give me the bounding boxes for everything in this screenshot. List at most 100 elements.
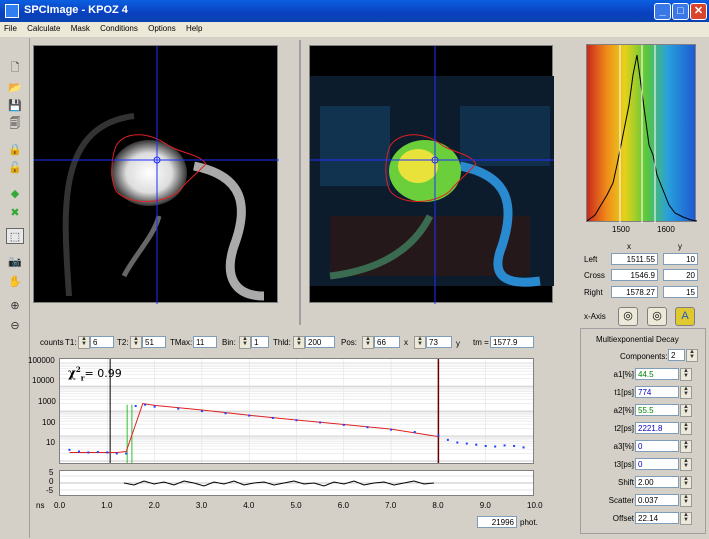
fit-param-label: Shift	[617, 478, 634, 487]
right-y-field[interactable]: 15	[663, 286, 698, 298]
decay-plot[interactable]: χ2r= 0.99	[59, 358, 534, 464]
zoom-out-icon[interactable]: ⊖	[6, 318, 24, 334]
components-spinner[interactable]: ▲ ▼	[686, 349, 698, 362]
open-folder-icon[interactable]: 📂	[6, 80, 24, 96]
close-button[interactable]: ✕	[690, 3, 707, 20]
data-point	[125, 452, 128, 455]
data-point	[144, 403, 147, 406]
intensity-image-canvas	[34, 46, 279, 304]
fit-param-spinner[interactable]: ▲ ▼	[680, 476, 692, 489]
fit-param-field[interactable]: 2221.8	[635, 422, 679, 434]
select-region-icon[interactable]: ⬚	[6, 228, 24, 244]
menu-mask[interactable]: Mask	[67, 22, 94, 33]
t1-spinner[interactable]: ▲ ▼	[78, 336, 90, 349]
menu-calculate[interactable]: Calculate	[23, 22, 64, 33]
fit-param-spinner[interactable]: ▲ ▼	[680, 368, 692, 381]
fit-param-field[interactable]: 774	[635, 386, 679, 398]
photons-label: phot.	[520, 518, 538, 527]
data-point	[413, 431, 416, 434]
zoom-options-2-button[interactable]: ◎	[647, 307, 667, 326]
thld-spinner[interactable]: ▲ ▼	[293, 336, 305, 349]
fit-param-label: Offset	[612, 514, 634, 523]
bin-spinner[interactable]: ▲ ▼	[239, 336, 251, 349]
left-y-field[interactable]: 10	[663, 253, 698, 265]
decay-plot-canvas	[60, 359, 533, 463]
fit-param-field[interactable]: 0	[635, 458, 679, 470]
fit-param-field[interactable]: 44.5	[635, 368, 679, 380]
lifetime-image[interactable]	[309, 45, 554, 304]
data-point	[465, 442, 468, 445]
t2-label: T2:	[117, 338, 129, 347]
fit-param-spinner[interactable]: ▲ ▼	[680, 404, 692, 417]
auto-scale-button[interactable]: A	[675, 307, 695, 326]
save-all-icon[interactable]: 🗐	[6, 116, 24, 132]
menu-conditions[interactable]: Conditions	[96, 22, 142, 33]
fit-param-spinner[interactable]: ▲ ▼	[680, 458, 692, 471]
pos-y-spinner[interactable]: ▲ ▼	[414, 336, 426, 349]
fit-param-field[interactable]: 0.037	[635, 494, 679, 506]
new-file-icon[interactable]: 🗋	[6, 60, 24, 76]
zoom-in-icon[interactable]: ⊕	[6, 298, 24, 314]
t1-field[interactable]: 6	[90, 336, 114, 348]
thld-field[interactable]: 200	[305, 336, 335, 348]
pos-label: Pos:	[341, 338, 358, 347]
data-point	[87, 451, 90, 454]
tmax-field[interactable]: 11	[193, 336, 217, 348]
data-point	[390, 428, 393, 431]
chi-square-label: χ2r= 0.99	[68, 365, 122, 383]
x-tick-label: 0.0	[54, 501, 66, 510]
fit-param-field[interactable]: 0	[635, 440, 679, 452]
right-x-field[interactable]: 1578.27	[611, 286, 658, 298]
minimize-button[interactable]: _	[654, 3, 671, 20]
hist-tick-1500: 1500	[612, 225, 630, 234]
lock-icon[interactable]: 🔒	[6, 142, 24, 158]
unlock-icon[interactable]: 🔓	[6, 160, 24, 176]
menu-file[interactable]: File	[0, 22, 21, 33]
fit-param-spinner[interactable]: ▲ ▼	[680, 440, 692, 453]
pos-y-field[interactable]: 73	[426, 336, 452, 348]
fit-param-field[interactable]: 55.5	[635, 404, 679, 416]
data-point	[319, 421, 322, 424]
cross-y-field[interactable]: 20	[663, 269, 698, 281]
fit-param-spinner[interactable]: ▲ ▼	[680, 422, 692, 435]
data-point	[224, 412, 227, 415]
bin-label: Bin:	[222, 338, 236, 347]
pos-x-field[interactable]: 66	[374, 336, 400, 348]
left-x-field[interactable]: 1511.55	[611, 253, 658, 265]
save-icon[interactable]: 💾	[6, 98, 24, 114]
maximize-button[interactable]: □	[672, 3, 689, 20]
fit-param-spinner[interactable]: ▲ ▼	[680, 386, 692, 399]
camera-icon[interactable]: 📷	[6, 254, 24, 270]
components-field[interactable]: 2	[668, 349, 685, 361]
data-point	[484, 444, 487, 447]
tm-label: tm =	[473, 338, 489, 347]
fit-param-field[interactable]: 2.00	[635, 476, 679, 488]
pos-x-spinner[interactable]: ▲ ▼	[362, 336, 374, 349]
t2-field[interactable]: 51	[142, 336, 166, 348]
tm-field[interactable]: 1577.9	[490, 336, 534, 348]
residuals-plot[interactable]	[59, 470, 534, 496]
menu-options[interactable]: Options	[144, 22, 180, 33]
left-label: Left	[584, 255, 598, 264]
cross-arrow-icon[interactable]: ✖	[6, 205, 24, 221]
fit-param-spinner[interactable]: ▲ ▼	[680, 494, 692, 507]
cross-x-field[interactable]: 1546.9	[611, 269, 658, 281]
fit-param-field[interactable]: 22.14	[635, 512, 679, 524]
arrow-left-icon[interactable]: ◆	[6, 186, 24, 202]
x-tick-label: 2.0	[148, 501, 160, 510]
data-point	[96, 450, 99, 453]
hand-icon[interactable]: ✋	[6, 274, 24, 290]
lifetime-histogram[interactable]	[586, 44, 698, 223]
menu-help[interactable]: Help	[182, 22, 206, 33]
bin-field[interactable]: 1	[251, 336, 269, 348]
x-tick-label: 9.0	[479, 501, 491, 510]
intensity-image[interactable]	[33, 45, 279, 304]
fit-param-spinner[interactable]: ▲ ▼	[680, 512, 692, 525]
x-tick-label: 3.0	[195, 501, 208, 510]
data-point	[503, 444, 506, 447]
splitter[interactable]	[299, 40, 301, 325]
zoom-options-button[interactable]: ◎	[618, 307, 638, 326]
data-point	[295, 419, 298, 422]
hist-y-header: y	[678, 242, 682, 251]
t2-spinner[interactable]: ▲ ▼	[130, 336, 142, 349]
